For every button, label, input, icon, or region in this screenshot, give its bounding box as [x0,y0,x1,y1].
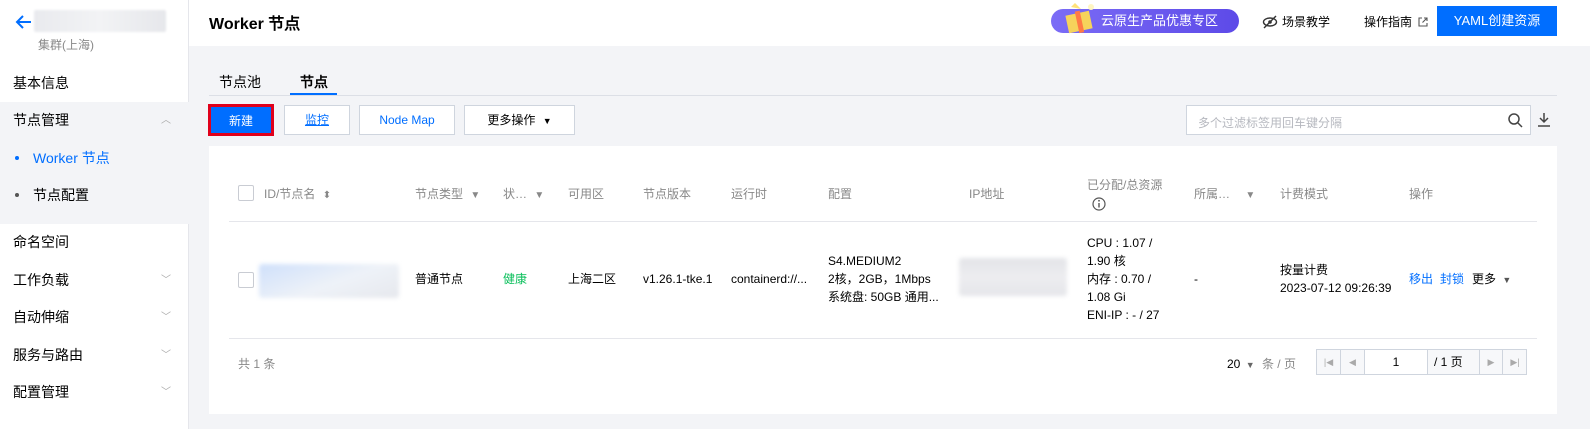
status-badge: 健康 [503,272,528,286]
caret-down-icon: ▼ [1245,360,1255,370]
filter-icon[interactable]: ▼ [534,190,544,201]
total-count: 共 1 条 [238,357,276,371]
sidebar-item-basic-info[interactable]: 基本信息 [0,65,189,102]
tab-node[interactable]: 节点 [300,72,328,92]
node-map-button[interactable]: Node Map [359,105,455,135]
guide-link[interactable]: 操作指南 [1364,13,1428,30]
next-page-icon[interactable]: ▶ [1479,350,1503,374]
column-header-ip: IP地址 [969,187,1005,201]
chevron-down-icon: ﹀ [161,350,171,361]
belong-value: - [1194,272,1198,286]
pagination: |◀ ◀ 1 / 1 页 ▶ ▶| [1316,349,1527,375]
monitor-button[interactable]: 监控 [284,105,350,135]
page-number-input[interactable]: 1 [1365,350,1428,374]
node-type: 普通节点 [415,272,464,286]
new-button[interactable]: 新建 [209,105,273,135]
row-checkbox[interactable] [238,272,254,288]
header-divider [229,221,1537,222]
caret-down-icon: ▼ [1502,275,1512,285]
sidebar-item-worker-nodes[interactable]: Worker 节点 [0,140,189,177]
runtime-value: containerd://... [731,272,808,286]
column-header-type[interactable]: 节点类型 ▼ [415,185,480,202]
column-header-status[interactable]: 状… ▼ [503,185,544,202]
column-header-zone: 可用区 [568,187,605,201]
more-operations-dropdown[interactable]: 更多操作 ▼ [464,105,575,135]
info-icon[interactable] [1092,197,1106,211]
external-link-icon [1418,17,1428,27]
sidebar-item-autoscale[interactable]: 自动伸缩 ﹀ [0,299,189,336]
allocated-resources: CPU : 1.07 / 1.90 核 内存 : 0.70 / 1.08 Gi … [1087,236,1160,322]
chevron-down-icon: ﹀ [161,312,171,323]
column-header-operations: 操作 [1409,187,1434,201]
column-header-config: 配置 [828,187,853,201]
sidebar-item-node-config[interactable]: 节点配置 [0,177,189,214]
sidebar-item-service-route[interactable]: 服务与路由 ﹀ [0,337,189,374]
scene-teaching-link[interactable]: 场景教学 [1282,13,1330,30]
sidebar: 集群(上海) 基本信息 节点管理 ︿ Worker 节点 节点配置 命名空间 工… [0,0,189,429]
cluster-region: 集群(上海) [38,38,94,52]
chevron-down-icon: ﹀ [161,387,171,398]
page-header: Worker 节点 云原生产品优惠专区 场景教学 操作指南 YAML创建资源 [189,0,1590,46]
node-table-card: ID/节点名 ⬍ 节点类型 ▼ 状… ▼ 可用区 节点版本 运行时 配置 IP地… [209,146,1557,414]
sidebar-item-workload[interactable]: 工作负载 ﹀ [0,262,189,299]
cluster-name-redacted [34,10,166,32]
total-pages: / 1 页 [1434,355,1463,369]
filter-icon[interactable]: ▼ [470,190,480,201]
yaml-create-button[interactable]: YAML创建资源 [1437,6,1557,36]
prev-page-icon[interactable]: ◀ [1341,350,1365,374]
cordon-node-link[interactable]: 封锁 [1440,270,1464,288]
last-page-icon[interactable]: ▶| [1503,350,1527,374]
sort-icon[interactable]: ⬍ [323,190,331,201]
column-header-belong[interactable]: 所属… ▼ [1194,185,1255,202]
column-header-runtime: 运行时 [731,187,768,201]
column-header-billing: 计费模式 [1280,187,1329,201]
select-all-checkbox[interactable] [238,185,254,201]
download-icon[interactable] [1537,112,1551,128]
gift-box-icon [1065,3,1094,34]
search-icon[interactable] [1507,112,1523,128]
billing-value: 按量计费 2023-07-12 09:26:39 [1280,263,1392,295]
eye-slash-icon [1262,15,1278,29]
column-header-version: 节点版本 [643,187,692,201]
row-divider [229,338,1537,339]
row-more-dropdown[interactable]: 更多 ▼ [1472,270,1511,289]
version-value: v1.26.1-tke.1 [643,272,713,286]
tab-bar: 节点池 节点 [209,66,1557,96]
promo-banner[interactable]: 云原生产品优惠专区 [1051,3,1239,34]
remove-node-link[interactable]: 移出 [1409,270,1433,288]
back-arrow-icon[interactable] [14,12,34,32]
filter-icon[interactable]: ▼ [1245,190,1255,201]
sidebar-item-namespace[interactable]: 命名空间 [0,224,189,261]
chevron-up-icon: ︿ [161,115,171,126]
config-value: S4.MEDIUM2 2核，2GB，1Mbps 系统盘: 50GB 通用... [828,254,939,304]
column-header-id[interactable]: ID/节点名 ⬍ [264,185,331,202]
caret-down-icon: ▼ [542,116,552,126]
page-title: Worker 节点 [209,16,301,33]
chevron-down-icon: ﹀ [161,275,171,286]
page-size-select[interactable]: 20 ▼ 条 / 页 [1227,355,1296,372]
bullet-icon [15,193,19,197]
node-id-redacted[interactable] [259,264,399,298]
tab-node-pool[interactable]: 节点池 [219,72,261,92]
first-page-icon[interactable]: |◀ [1317,350,1341,374]
bullet-icon [15,156,19,160]
active-tab-indicator [290,93,337,95]
ip-address-redacted [959,258,1067,296]
zone-value: 上海二区 [568,272,617,286]
search-input[interactable]: 多个过滤标签用回车键分隔 [1186,105,1531,135]
sidebar-item-node-management[interactable]: 节点管理 ︿ [0,102,189,139]
sidebar-item-config-management[interactable]: 配置管理 ﹀ [0,374,189,411]
column-header-allocated: 已分配/总资源 [1087,176,1162,214]
